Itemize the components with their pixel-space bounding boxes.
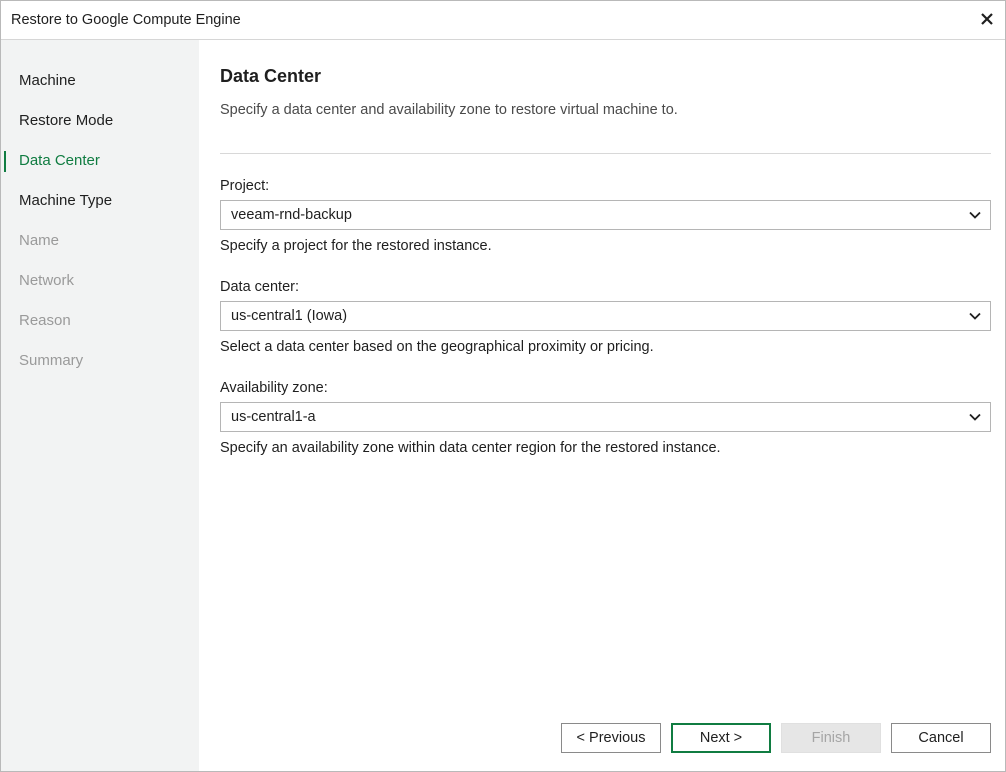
data-center-dropdown[interactable]: us-central1 (Iowa) xyxy=(220,301,991,331)
step-label: Machine Type xyxy=(19,192,113,209)
header-divider xyxy=(220,153,991,154)
next-button[interactable]: Next > xyxy=(671,723,771,753)
wizard-content: Data Center Specify a data center and av… xyxy=(199,40,1005,771)
step-machine-type[interactable]: Machine Type xyxy=(1,186,199,216)
title-bar: Restore to Google Compute Engine xyxy=(1,1,1005,40)
step-restore-mode[interactable]: Restore Mode xyxy=(1,106,199,136)
step-label: Data Center xyxy=(19,152,100,169)
availability-zone-hint: Specify an availability zone within data… xyxy=(220,440,721,456)
step-label: Network xyxy=(19,272,75,289)
close-icon xyxy=(981,13,993,25)
finish-button: Finish xyxy=(781,723,881,753)
step-label: Restore Mode xyxy=(19,112,114,129)
step-data-center[interactable]: Data Center xyxy=(1,146,199,176)
chevron-down-icon xyxy=(969,413,981,421)
wizard-window: Restore to Google Compute Engine Machine… xyxy=(0,0,1006,772)
data-center-label: Data center: xyxy=(220,279,299,295)
availability-zone-label: Availability zone: xyxy=(220,380,328,396)
availability-zone-value: us-central1-a xyxy=(231,409,316,425)
close-button[interactable] xyxy=(975,7,999,31)
page-description: Specify a data center and availability z… xyxy=(220,102,678,118)
step-machine[interactable]: Machine xyxy=(1,66,199,96)
step-label: Reason xyxy=(19,312,71,329)
step-label: Machine xyxy=(19,72,76,89)
step-network: Network xyxy=(1,266,199,296)
step-label: Summary xyxy=(19,352,84,369)
window-title: Restore to Google Compute Engine xyxy=(11,12,241,28)
chevron-down-icon xyxy=(969,211,981,219)
project-value: veeam-rnd-backup xyxy=(231,207,352,223)
step-summary: Summary xyxy=(1,346,199,376)
data-center-value: us-central1 (Iowa) xyxy=(231,308,348,324)
cancel-button[interactable]: Cancel xyxy=(891,723,991,753)
active-step-indicator xyxy=(4,151,6,172)
project-hint: Specify a project for the restored insta… xyxy=(220,238,492,254)
project-label: Project: xyxy=(220,178,270,194)
project-dropdown[interactable]: veeam-rnd-backup xyxy=(220,200,991,230)
previous-button[interactable]: < Previous xyxy=(561,723,661,753)
page-title: Data Center xyxy=(220,66,322,86)
step-label: Name xyxy=(19,232,60,249)
chevron-down-icon xyxy=(969,312,981,320)
step-name: Name xyxy=(1,226,199,256)
step-reason: Reason xyxy=(1,306,199,336)
availability-zone-dropdown[interactable]: us-central1-a xyxy=(220,402,991,432)
data-center-hint: Select a data center based on the geogra… xyxy=(220,339,654,355)
wizard-steps-sidebar: Machine Restore Mode Data Center Machine… xyxy=(1,40,199,771)
